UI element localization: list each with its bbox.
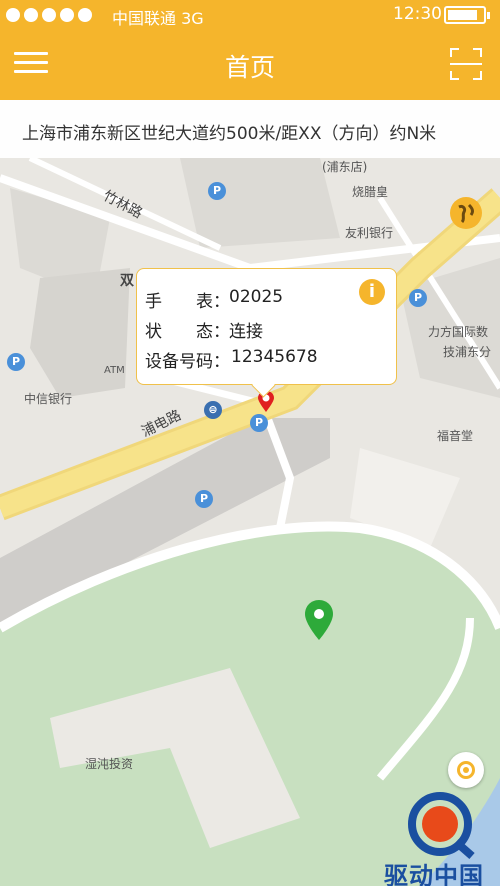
parking-icon: P: [195, 490, 213, 508]
device-info-popup[interactable]: 手 表： 02025 状 态： 连接 设备号码： 12345678 i: [136, 268, 397, 385]
address-text: 上海市浦东新区世纪大道约500米/距XX（方向）约N米: [22, 124, 437, 144]
poi-label: 湿沌投资: [85, 757, 134, 771]
poi-label: 友利银行: [345, 226, 394, 240]
green-location-pin-icon[interactable]: [305, 600, 333, 640]
parking-icon: P: [250, 414, 268, 432]
status-row: 状 态： 连接: [145, 317, 263, 342]
carrier-label: 中国联通 3G: [112, 9, 204, 28]
signal-dots: [6, 8, 92, 22]
parking-icon: P: [7, 353, 25, 371]
watermark-text: 驱动中国: [384, 862, 484, 886]
status-time: 12:30: [393, 4, 442, 24]
locate-icon[interactable]: [448, 752, 484, 788]
battery-level: [448, 10, 477, 20]
poi-label: 力方国际数: [428, 325, 489, 339]
scan-icon[interactable]: [450, 48, 482, 80]
battery-icon: [444, 6, 490, 24]
device-number-row: 设备号码： 12345678: [145, 347, 318, 372]
app-header: 中国联通 3G 12:30 首页: [0, 0, 500, 100]
poi-label: 中信银行: [24, 392, 73, 406]
watch-label: 手 表：: [145, 292, 230, 312]
signal-dot: [42, 8, 56, 22]
status-bar: 中国联通 3G 12:30: [0, 0, 500, 30]
address-bar: 上海市浦东新区世纪大道约500米/距XX（方向）约N米: [0, 100, 500, 158]
status-label: 状 态：: [145, 322, 230, 342]
signal-dot: [78, 8, 92, 22]
signal-dot: [6, 8, 20, 22]
bus-stop-icon: ⊜: [204, 401, 222, 419]
info-icon[interactable]: i: [359, 279, 385, 305]
parking-icon: P: [208, 182, 226, 200]
status-value: 连接: [229, 322, 263, 342]
signal-dot: [60, 8, 74, 22]
parking-icon: P: [409, 289, 427, 307]
globe-icon[interactable]: [450, 197, 482, 229]
poi-label: (浦东店): [322, 160, 368, 174]
road-label: 双: [120, 273, 134, 289]
device-number-label: 设备号码：: [145, 352, 230, 372]
poi-label: 技浦东分: [443, 345, 492, 359]
watch-value: 02025: [229, 287, 284, 307]
poi-label: 福音堂: [437, 429, 474, 443]
watch-row: 手 表： 02025: [145, 287, 283, 312]
atm-label: ATM: [104, 365, 125, 376]
poi-label: 烧腊皇: [352, 185, 389, 199]
signal-dot: [24, 8, 38, 22]
page-title: 首页: [224, 53, 275, 82]
device-number-value: 12345678: [231, 347, 318, 367]
